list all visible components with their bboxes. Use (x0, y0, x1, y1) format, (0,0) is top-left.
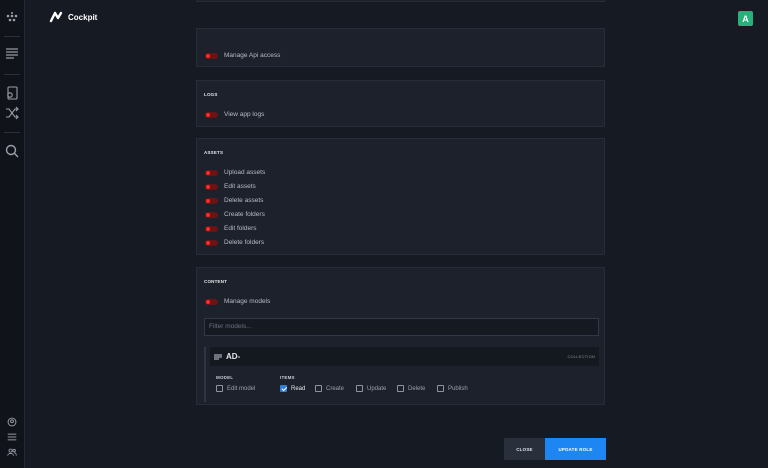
toggle-switch[interactable] (205, 211, 218, 218)
toggle-switch[interactable] (205, 183, 218, 190)
permission-edit-folders[interactable]: Edit folders (205, 225, 257, 232)
checkbox-delete[interactable]: Delete (397, 385, 425, 392)
checkbox-box[interactable] (397, 385, 404, 392)
checkbox-box[interactable] (216, 385, 223, 392)
update-role-button[interactable]: UPDATE ROLE (545, 438, 606, 460)
toggle-switch[interactable] (205, 52, 218, 59)
brand[interactable]: Cockpit (49, 11, 97, 23)
checkbox-publish[interactable]: Publish (437, 385, 468, 392)
checkbox-box[interactable] (315, 385, 322, 392)
toggle-switch[interactable] (205, 169, 218, 176)
filter-models-input[interactable]: Filter models... (204, 318, 599, 336)
permission-manage-models[interactable]: Manage models (205, 298, 270, 305)
content-list-icon[interactable] (5, 46, 19, 60)
rail-divider (4, 74, 20, 75)
model-permissions-label: MODEL (216, 375, 234, 380)
model-type-badge: COLLECTION (567, 354, 595, 359)
api-section: Manage Api access (196, 28, 605, 67)
rail-divider (4, 36, 20, 37)
search-icon[interactable] (5, 144, 19, 158)
rail-divider (4, 132, 20, 133)
avatar[interactable]: A (738, 11, 753, 26)
left-rail (0, 0, 25, 468)
checkbox-create[interactable]: Create (315, 385, 344, 392)
permission-create-folders[interactable]: Create folders (205, 211, 265, 218)
content-section: CONTENT Manage models Filter models... A… (196, 267, 605, 405)
section-title: ASSETS (204, 150, 224, 155)
model-name: AD- (226, 352, 241, 361)
checkbox-edit-model[interactable]: Edit model (216, 385, 255, 392)
permission-delete-folders[interactable]: Delete folders (205, 239, 264, 246)
toggle-switch[interactable] (205, 111, 218, 118)
cockpit-logo-icon (49, 11, 63, 23)
checkbox-box[interactable] (280, 385, 287, 392)
toggle-switch[interactable] (205, 197, 218, 204)
checkbox-box[interactable] (437, 385, 444, 392)
shuffle-icon[interactable] (5, 106, 19, 120)
assets-icon[interactable] (5, 86, 19, 100)
section-title: LOGS (204, 92, 218, 97)
assets-section: ASSETS Upload assets Edit assets Delete … (196, 138, 605, 255)
toggle-switch[interactable] (205, 239, 218, 246)
permission-delete-assets[interactable]: Delete assets (205, 197, 263, 204)
checkbox-box[interactable] (356, 385, 363, 392)
logs-section: LOGS View app logs (196, 80, 605, 127)
settings-sliders-icon[interactable] (7, 432, 17, 442)
items-permissions-label: ITEMS (280, 375, 295, 380)
close-button[interactable]: CLOSE (504, 438, 545, 460)
permission-upload-assets[interactable]: Upload assets (205, 169, 265, 176)
model-header: AD- COLLECTION (210, 347, 599, 366)
section-title: CONTENT (204, 279, 228, 284)
toggle-switch[interactable] (205, 225, 218, 232)
account-icon[interactable] (7, 417, 17, 427)
permission-manage-api[interactable]: Manage Api access (205, 52, 280, 59)
permission-view-logs[interactable]: View app logs (205, 111, 264, 118)
app-name: Cockpit (68, 12, 98, 22)
model-card: AD- COLLECTION MODEL ITEMS Edit model Re… (204, 347, 601, 402)
checkbox-read[interactable]: Read (280, 385, 305, 392)
checkbox-update[interactable]: Update (356, 385, 386, 392)
toggle-switch[interactable] (205, 298, 218, 305)
users-icon[interactable] (7, 447, 17, 457)
permission-edit-assets[interactable]: Edit assets (205, 183, 256, 190)
apps-grid-icon[interactable] (5, 11, 19, 25)
model-list-icon (214, 354, 222, 359)
previous-panel (196, 0, 605, 2)
